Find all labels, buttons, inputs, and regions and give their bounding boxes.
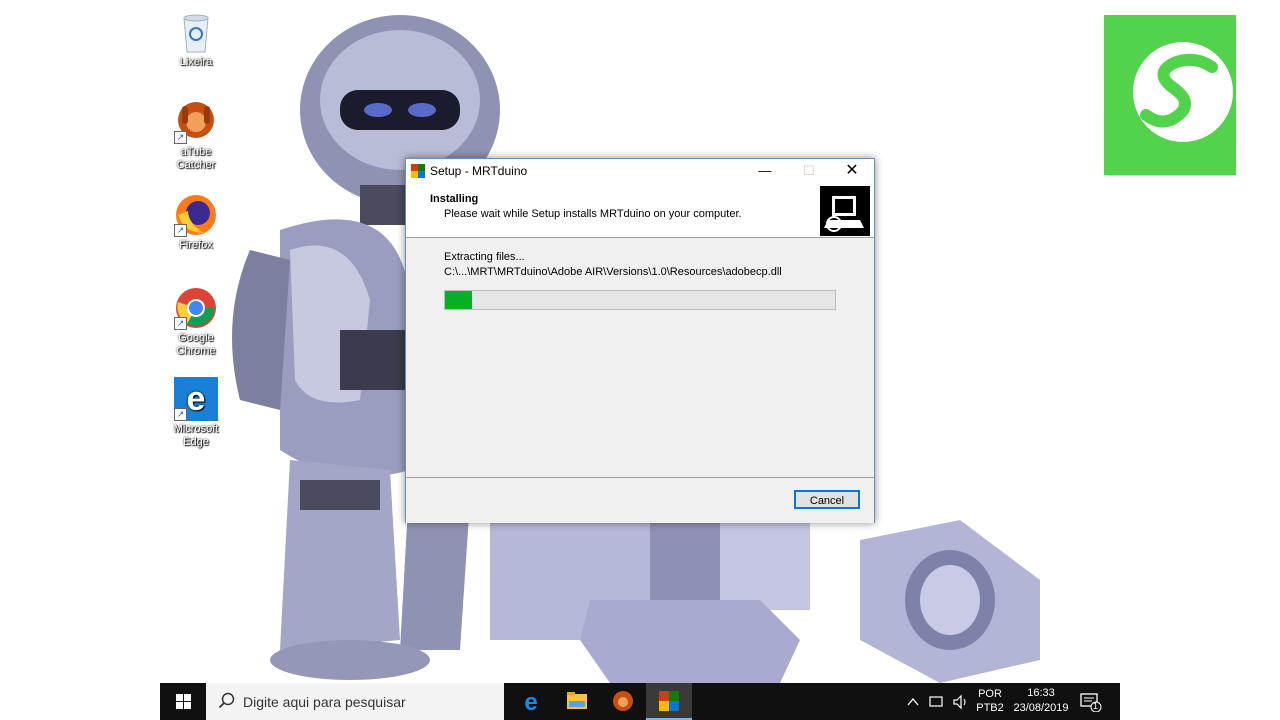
desktop-icon-firefox[interactable]: ↗ Firefox bbox=[160, 193, 232, 252]
start-button[interactable] bbox=[160, 683, 206, 720]
desktop-icon-label: Lixeira bbox=[179, 56, 213, 68]
language-code: POR bbox=[978, 688, 1002, 700]
shortcut-arrow-icon: ↗ bbox=[174, 224, 187, 237]
s-logo-icon bbox=[1133, 42, 1233, 142]
search-placeholder: Digite aqui para pesquisar bbox=[243, 694, 406, 710]
notification-count: 1 bbox=[1093, 701, 1099, 711]
mrtduino-setup-icon bbox=[411, 164, 425, 178]
chrome-icon: ↗ bbox=[174, 286, 218, 330]
setup-window[interactable]: Setup - MRTduino — ☐ ✕ Installing Please… bbox=[405, 158, 875, 523]
windows-logo-icon bbox=[176, 694, 191, 709]
taskbar-mrtduino-setup-button[interactable] bbox=[646, 683, 692, 720]
window-title: Setup - MRTduino bbox=[430, 164, 528, 178]
shortcut-arrow-icon: ↗ bbox=[174, 131, 187, 144]
clock-date: 23/08/2019 bbox=[1013, 702, 1069, 714]
desktop-icon-atube-catcher[interactable]: ↗ aTube Catcher bbox=[160, 100, 232, 172]
edge-icon: e ↗ bbox=[174, 377, 218, 421]
cancel-button[interactable]: Cancel bbox=[794, 490, 860, 509]
install-progress-bar bbox=[444, 290, 836, 310]
network-icon bbox=[929, 696, 943, 707]
system-tray-icons[interactable] bbox=[906, 694, 972, 710]
installer-computer-icon bbox=[820, 186, 870, 236]
notification-icon bbox=[1080, 693, 1102, 713]
progress-fill bbox=[445, 291, 472, 309]
volume-icon bbox=[953, 694, 962, 710]
language-indicator[interactable]: POR PTB2 bbox=[973, 683, 1007, 720]
desktop-icon-label: Google Chrome bbox=[176, 332, 216, 357]
desktop-icon-chrome[interactable]: ↗ Google Chrome bbox=[160, 286, 232, 358]
mrtduino-setup-icon bbox=[659, 691, 679, 711]
taskbar: Digite aqui para pesquisar e POR PTB2 16… bbox=[160, 683, 1120, 720]
wizard-body: Extracting files... C:\...\MRT\MRTduino\… bbox=[406, 238, 874, 477]
desktop-icon-label: aTube Catcher bbox=[176, 146, 216, 171]
svg-text:e: e bbox=[187, 380, 206, 418]
wizard-footer: Cancel bbox=[406, 477, 874, 523]
minimize-button[interactable]: — bbox=[743, 159, 787, 183]
desktop-icon-label: Microsoft Edge bbox=[173, 423, 219, 448]
file-explorer-icon bbox=[567, 692, 587, 709]
keyboard-layout: PTB2 bbox=[976, 702, 1004, 714]
action-center-button[interactable]: 1 bbox=[1080, 692, 1102, 717]
header-title: Installing bbox=[430, 193, 479, 205]
svg-text:e: e bbox=[524, 689, 537, 716]
search-icon bbox=[218, 692, 235, 709]
channel-logo bbox=[1104, 15, 1236, 175]
desktop-icon-recycle-bin[interactable]: Lixeira bbox=[160, 10, 232, 69]
atube-catcher-icon: ↗ bbox=[174, 100, 218, 144]
close-button[interactable]: ✕ bbox=[830, 159, 874, 183]
desktop-icon-edge[interactable]: e ↗ Microsoft Edge bbox=[160, 377, 232, 449]
recycle-bin-icon bbox=[174, 10, 218, 54]
current-file-path: C:\...\MRT\MRTduino\Adobe AIR\Versions\1… bbox=[444, 266, 782, 278]
clock[interactable]: 16:33 23/08/2019 bbox=[1008, 683, 1074, 720]
clock-time: 16:33 bbox=[1027, 687, 1055, 699]
header-subtitle: Please wait while Setup installs MRTduin… bbox=[444, 208, 742, 220]
desktop-icon-label: Firefox bbox=[179, 239, 213, 251]
taskbar-atube-catcher-button[interactable] bbox=[600, 683, 646, 720]
shortcut-arrow-icon: ↗ bbox=[174, 317, 187, 330]
atube-catcher-icon bbox=[613, 691, 633, 711]
taskbar-edge-button[interactable]: e bbox=[508, 683, 554, 720]
desktop: Lixeira ↗ aTube Catcher ↗ Firefox ↗ Goog… bbox=[160, 0, 1120, 720]
shortcut-arrow-icon: ↗ bbox=[174, 408, 187, 421]
taskbar-file-explorer-button[interactable] bbox=[554, 683, 600, 720]
firefox-icon: ↗ bbox=[174, 193, 218, 237]
wizard-header: Installing Please wait while Setup insta… bbox=[406, 183, 874, 238]
status-text: Extracting files... bbox=[444, 251, 525, 263]
edge-icon: e bbox=[524, 689, 537, 716]
chevron-up-icon bbox=[907, 697, 919, 706]
maximize-button: ☐ bbox=[803, 163, 815, 178]
window-titlebar[interactable]: Setup - MRTduino — ☐ ✕ bbox=[406, 159, 874, 183]
taskbar-search-box[interactable]: Digite aqui para pesquisar bbox=[206, 683, 504, 720]
